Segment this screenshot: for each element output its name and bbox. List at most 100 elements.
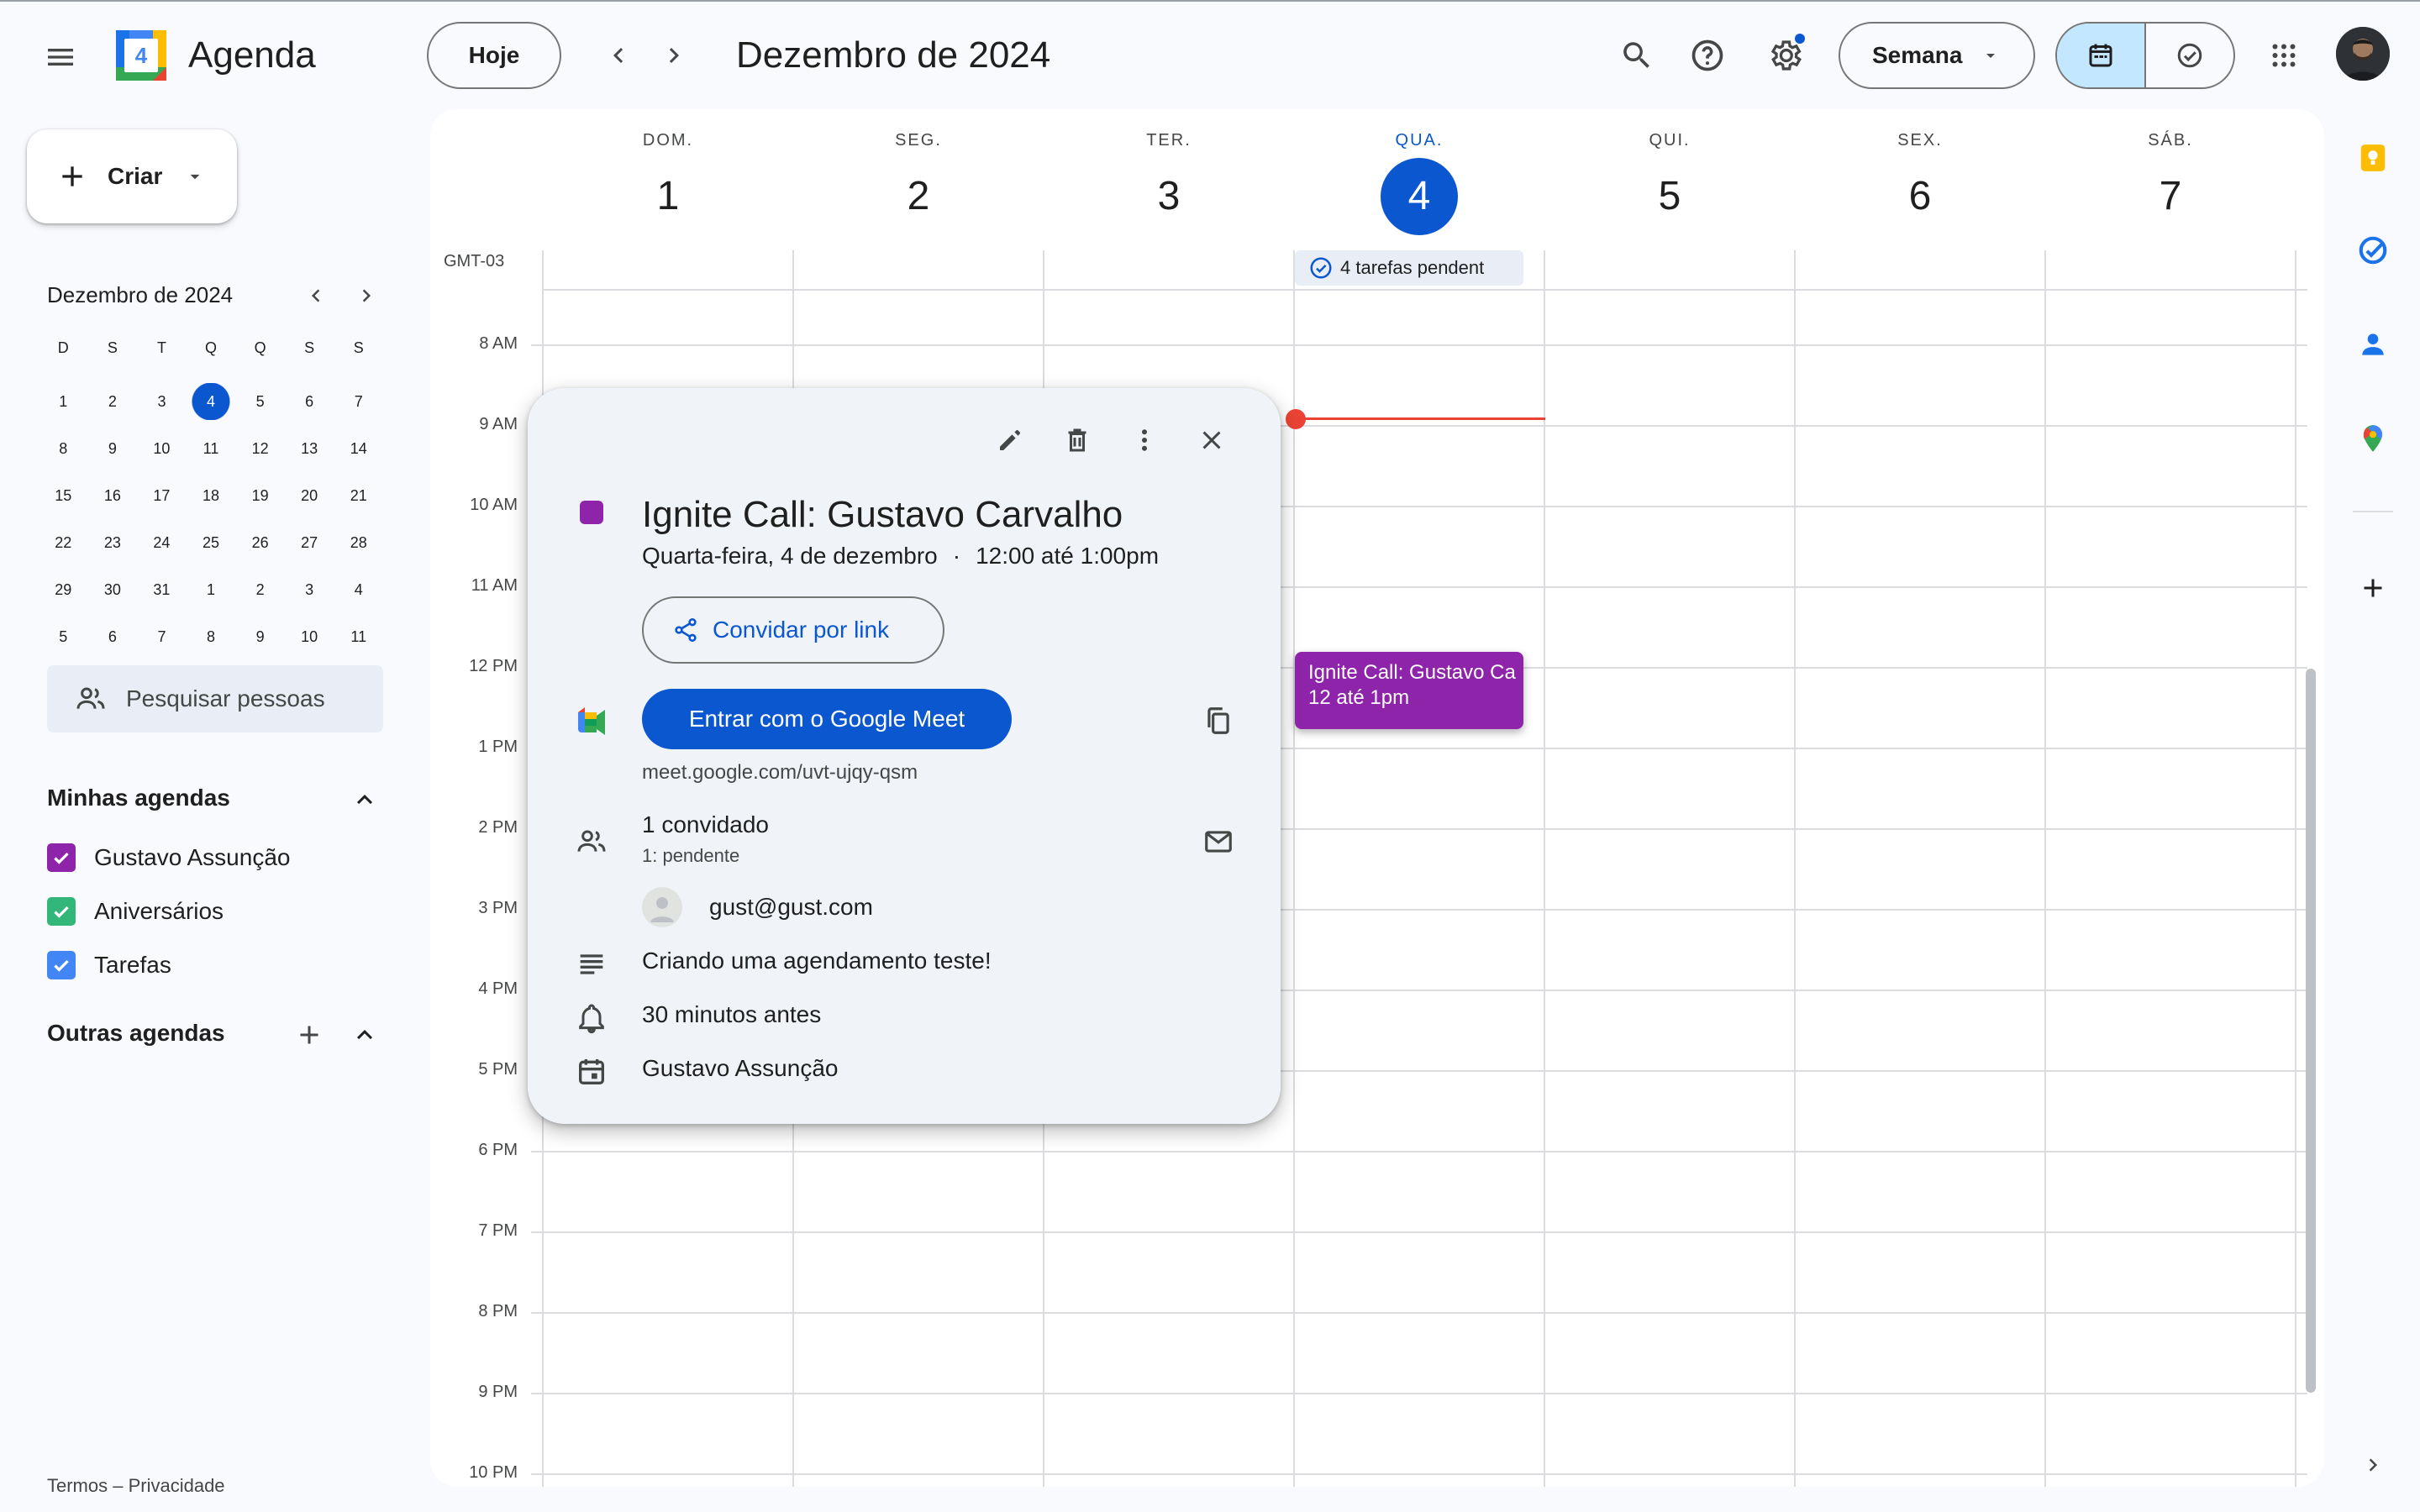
checkbox-checked-icon[interactable] xyxy=(47,897,76,926)
checkbox-checked-icon[interactable] xyxy=(47,843,76,872)
mini-calendar-day[interactable]: 10 xyxy=(285,618,334,655)
mini-calendar-day[interactable]: 11 xyxy=(187,430,236,467)
search-icon[interactable] xyxy=(1610,29,1664,82)
mini-calendar-day[interactable]: 8 xyxy=(39,430,88,467)
add-calendar-icon[interactable] xyxy=(291,1016,328,1053)
mini-calendar-prev-icon[interactable] xyxy=(299,279,333,312)
day-header[interactable]: DOM. 1 xyxy=(543,128,793,235)
calendar-view-icon[interactable] xyxy=(2057,24,2146,87)
mini-calendar-day[interactable]: 29 xyxy=(39,571,88,608)
mini-calendar-day[interactable]: 10 xyxy=(137,430,187,467)
checkbox-checked-icon[interactable] xyxy=(47,951,76,979)
mini-calendar-day[interactable]: 8 xyxy=(187,618,236,655)
mini-calendar-day[interactable]: 7 xyxy=(334,383,383,420)
day-number[interactable]: 2 xyxy=(880,158,957,235)
mini-calendar-day[interactable]: 16 xyxy=(88,477,138,514)
mini-calendar-day[interactable]: 4 xyxy=(334,571,383,608)
avatar[interactable] xyxy=(2336,27,2390,81)
close-icon[interactable] xyxy=(1186,415,1237,465)
day-header[interactable]: QUA. 4 xyxy=(1294,128,1544,235)
keep-icon[interactable] xyxy=(2353,138,2393,178)
main-menu-icon[interactable] xyxy=(34,30,87,84)
day-header[interactable]: SÁB. 7 xyxy=(2045,128,2296,235)
expand-side-panel-icon[interactable] xyxy=(2358,1450,2388,1480)
mini-calendar-day[interactable]: 1 xyxy=(187,571,236,608)
mini-calendar-day[interactable]: 18 xyxy=(187,477,236,514)
day-number[interactable]: 1 xyxy=(629,158,707,235)
tasks-view-icon[interactable] xyxy=(2146,24,2233,87)
view-selector-dropdown[interactable]: Semana xyxy=(1839,22,2035,89)
delete-event-icon[interactable] xyxy=(1052,415,1102,465)
apps-grid-icon[interactable] xyxy=(2257,29,2311,82)
add-addon-icon[interactable] xyxy=(2353,568,2393,608)
mini-calendar-day[interactable]: 3 xyxy=(137,383,187,420)
mini-calendar-day[interactable]: 26 xyxy=(235,524,285,561)
mini-calendar-day[interactable]: 12 xyxy=(235,430,285,467)
day-number[interactable]: 4 xyxy=(1381,158,1458,235)
next-week-icon[interactable] xyxy=(650,32,697,79)
mini-calendar-day[interactable]: 9 xyxy=(235,618,285,655)
create-button[interactable]: Criar xyxy=(27,129,237,223)
mini-calendar-day[interactable]: 17 xyxy=(137,477,187,514)
copy-icon[interactable] xyxy=(1200,702,1237,739)
tasks-app-icon[interactable] xyxy=(2353,230,2393,270)
my-calendar-item[interactable]: Tarefas xyxy=(47,951,171,979)
mini-calendar-day[interactable]: 2 xyxy=(88,383,138,420)
contacts-icon[interactable] xyxy=(2353,324,2393,365)
edit-event-icon[interactable] xyxy=(985,415,1035,465)
mini-calendar-day[interactable]: 22 xyxy=(39,524,88,561)
mini-calendar-next-icon[interactable] xyxy=(350,279,383,312)
my-calendar-item[interactable]: Aniversários xyxy=(47,897,224,926)
mini-calendar-day[interactable]: 19 xyxy=(235,477,285,514)
event-block[interactable]: Ignite Call: Gustavo Ca 12 até 1pm xyxy=(1295,652,1523,729)
day-header[interactable]: SEX. 6 xyxy=(1795,128,2045,235)
mini-calendar-day[interactable]: 1 xyxy=(39,383,88,420)
mini-calendar-day[interactable]: 31 xyxy=(137,571,187,608)
day-header[interactable]: QUI. 5 xyxy=(1544,128,1795,235)
maps-icon[interactable] xyxy=(2353,418,2393,459)
mini-calendar-day[interactable]: 6 xyxy=(88,618,138,655)
mini-calendar-day[interactable]: 20 xyxy=(285,477,334,514)
collapse-my-calendars-icon[interactable] xyxy=(346,781,383,818)
day-number[interactable]: 7 xyxy=(2132,158,2209,235)
tasks-chip[interactable]: 4 tarefas pendent xyxy=(1295,250,1523,286)
day-number[interactable]: 6 xyxy=(1881,158,1959,235)
collapse-other-calendars-icon[interactable] xyxy=(346,1016,383,1053)
email-guests-icon[interactable] xyxy=(1200,823,1237,860)
mini-calendar-day[interactable]: 27 xyxy=(285,524,334,561)
mini-calendar-day[interactable]: 30 xyxy=(88,571,138,608)
mini-calendar-day[interactable]: 21 xyxy=(334,477,383,514)
mini-calendar-day[interactable]: 28 xyxy=(334,524,383,561)
my-calendar-item[interactable]: Gustavo Assunção xyxy=(47,843,290,872)
mini-calendar-day[interactable]: 7 xyxy=(137,618,187,655)
join-google-meet-button[interactable]: Entrar com o Google Meet xyxy=(642,689,1012,749)
search-people-input[interactable]: Pesquisar pessoas xyxy=(47,665,383,732)
mini-calendar-day[interactable]: 2 xyxy=(235,571,285,608)
mini-calendar-day[interactable]: 23 xyxy=(88,524,138,561)
mini-calendar-day[interactable]: 5 xyxy=(235,383,285,420)
mini-calendar-day[interactable]: 9 xyxy=(88,430,138,467)
mini-calendar-day[interactable]: 3 xyxy=(285,571,334,608)
more-options-icon[interactable] xyxy=(1119,415,1170,465)
day-number[interactable]: 5 xyxy=(1631,158,1708,235)
day-number[interactable]: 3 xyxy=(1130,158,1207,235)
mini-calendar-day[interactable]: 15 xyxy=(39,477,88,514)
day-header[interactable]: SEG. 2 xyxy=(793,128,1044,235)
mini-calendar-day[interactable]: 13 xyxy=(285,430,334,467)
mini-calendar-day[interactable]: 25 xyxy=(187,524,236,561)
help-icon[interactable] xyxy=(1681,29,1734,82)
day-header[interactable]: TER. 3 xyxy=(1044,128,1294,235)
invite-by-link-button[interactable]: Convidar por link xyxy=(642,596,944,664)
mini-calendar-day[interactable]: 14 xyxy=(334,430,383,467)
mini-calendar-day[interactable]: 11 xyxy=(334,618,383,655)
previous-week-icon[interactable] xyxy=(595,32,642,79)
mini-calendar-day[interactable]: 6 xyxy=(285,383,334,420)
vertical-scrollbar[interactable] xyxy=(2306,669,2316,1393)
footer-links[interactable]: Termos – Privacidade xyxy=(47,1475,225,1497)
meet-url[interactable]: meet.google.com/uvt-ujqy-qsm xyxy=(642,761,918,785)
mini-calendar-day[interactable]: 24 xyxy=(137,524,187,561)
mini-calendar-day[interactable]: 4 xyxy=(186,383,236,420)
guest-email[interactable]: gust@gust.com xyxy=(709,894,873,921)
settings-gear-icon[interactable] xyxy=(1758,29,1812,82)
mini-calendar-day[interactable]: 5 xyxy=(39,618,88,655)
